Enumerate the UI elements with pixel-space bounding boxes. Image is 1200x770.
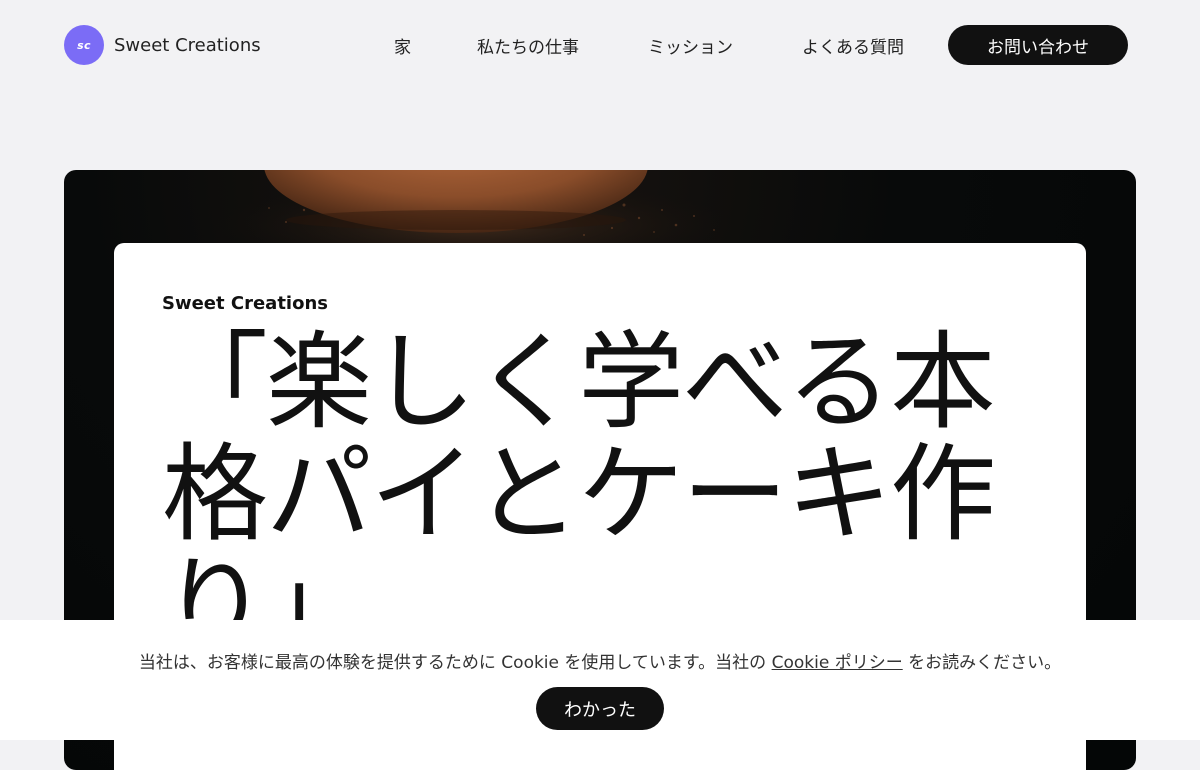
cookie-banner: 当社は、お客様に最高の体験を提供するために Cookie を使用しています。当社… xyxy=(0,620,1200,740)
cookie-policy-link[interactable]: Cookie ポリシー xyxy=(772,653,903,673)
cookie-text-end: をお読みください。 xyxy=(902,653,1062,673)
nav-mission-link[interactable]: ミッション xyxy=(648,33,733,58)
hero-brand: Sweet Creations xyxy=(162,293,328,314)
cookie-message: 当社は、お客様に最高の体験を提供するために Cookie を使用しています。当社… xyxy=(0,648,1200,673)
cookie-accept-button[interactable]: わかった xyxy=(536,687,664,730)
nav-home-link[interactable]: 家 xyxy=(394,33,411,58)
hero-title: 「楽しく学べる本格パイとケーキ作り」 xyxy=(162,321,996,668)
nav-faq-link[interactable]: よくある質問 xyxy=(802,33,904,58)
site-header: sc Sweet Creations 家 私たちの仕事 ミッション よくある質問… xyxy=(0,0,1200,90)
cookie-text-start: 当社は、お客様に最高の体験を提供するために Cookie を使用しています。当社… xyxy=(138,653,772,673)
logo-link[interactable]: sc Sweet Creations xyxy=(64,25,261,65)
contact-button[interactable]: お問い合わせ xyxy=(948,25,1128,65)
nav-work-link[interactable]: 私たちの仕事 xyxy=(477,33,579,58)
brand-name: Sweet Creations xyxy=(114,34,261,56)
logo-badge: sc xyxy=(64,25,104,65)
